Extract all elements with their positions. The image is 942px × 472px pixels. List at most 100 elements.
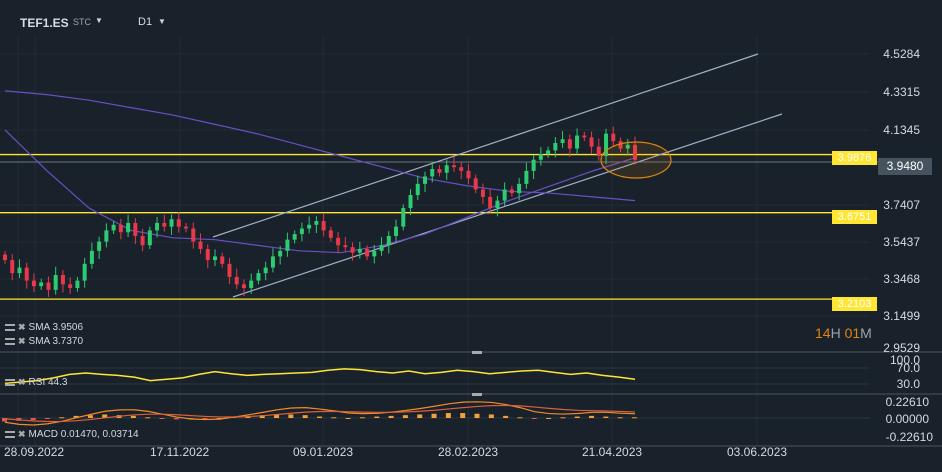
close-icon[interactable]: ✖ [18, 429, 26, 440]
candle [68, 284, 73, 289]
level-label[interactable]: 3.9876 [832, 151, 877, 165]
current-price-label: 3.9480 [878, 158, 932, 175]
close-icon[interactable]: ✖ [18, 377, 26, 388]
sma-legend[interactable]: ✖ SMA 3.9506 [5, 322, 83, 333]
macd-histogram-bar [130, 415, 136, 418]
macd-histogram-bar [617, 417, 623, 419]
macd-histogram-bar [445, 413, 451, 418]
macd-histogram-bar [517, 417, 523, 419]
macd-histogram-bar [317, 416, 322, 418]
price-tick: 4.3315 [883, 85, 920, 99]
candle [582, 135, 587, 138]
candle [24, 267, 29, 281]
macd-line [4, 401, 636, 426]
candle [401, 208, 406, 227]
candle [278, 250, 283, 257]
macd-tick: 0.00000 [885, 412, 929, 426]
candle [53, 275, 58, 290]
date-tick: 09.01.2023 [293, 445, 354, 459]
macd-histogram-bar [417, 414, 423, 418]
candle [480, 189, 485, 197]
candle [430, 169, 435, 177]
candle [60, 275, 65, 285]
highlight-ellipse [600, 141, 672, 179]
date-tick: 21.04.2023 [582, 445, 643, 459]
candle [256, 273, 261, 281]
macd-histogram-bar [589, 415, 595, 418]
candle-countdown: 14H 01M [815, 325, 872, 341]
candle [517, 183, 522, 194]
candle [241, 284, 246, 289]
candle [553, 142, 558, 151]
macd-histogram-bar [460, 413, 466, 418]
price-tick: 4.1345 [883, 123, 920, 137]
settings-icon[interactable] [5, 431, 15, 438]
candle [451, 165, 456, 168]
macd-histogram-bar [44, 418, 50, 419]
candle [220, 256, 225, 264]
candle [328, 230, 333, 238]
macd-histogram-bar [531, 418, 537, 419]
candle [488, 196, 493, 209]
macd-histogram-bar [359, 417, 365, 419]
candle [198, 241, 203, 249]
settings-icon[interactable] [5, 379, 15, 386]
candle [415, 183, 420, 196]
macd-histogram-bar [30, 418, 36, 421]
level-label[interactable]: 3.6751 [832, 210, 877, 224]
candle [97, 241, 102, 251]
price-chart[interactable] [0, 0, 942, 472]
date-tick: 28.02.2023 [438, 445, 499, 459]
candle [350, 247, 355, 253]
candle [531, 159, 536, 171]
candle [560, 139, 565, 143]
candle [126, 222, 131, 233]
candle [502, 189, 507, 201]
candle [104, 230, 109, 242]
candle [524, 170, 529, 184]
close-icon[interactable]: ✖ [18, 322, 26, 333]
candle [292, 234, 297, 240]
level-label[interactable]: 3.2103 [832, 297, 877, 311]
macd-histogram-bar [402, 415, 408, 418]
rsi-legend[interactable]: ✖ RSI 44.3 [5, 377, 67, 388]
candle [213, 256, 217, 261]
candle [3, 254, 7, 261]
candle [31, 280, 36, 287]
candle [343, 245, 348, 248]
rsi-tick: 30.0 [896, 377, 920, 391]
candle [234, 276, 239, 285]
candle [423, 176, 427, 184]
candle [46, 282, 51, 290]
panel-resize-handle [472, 351, 482, 354]
candle [82, 263, 87, 281]
candle [437, 169, 442, 173]
candle [162, 222, 167, 227]
candle [140, 235, 145, 246]
candle [263, 267, 268, 274]
macd-histogram-bar [59, 417, 65, 419]
candle [495, 200, 500, 209]
macd-histogram-bar [159, 418, 165, 419]
macd-histogram-bar [574, 416, 580, 418]
settings-icon[interactable] [5, 324, 15, 331]
candle [205, 248, 210, 261]
rsi-line [4, 368, 636, 385]
candle [596, 146, 601, 156]
candle [133, 222, 138, 236]
candle [336, 237, 341, 246]
macd-tick: 0.22610 [885, 395, 929, 409]
macd-histogram-bar [474, 413, 480, 418]
candle [379, 245, 384, 251]
close-icon[interactable]: ✖ [18, 336, 26, 347]
settings-icon[interactable] [5, 338, 15, 345]
macd-histogram-bar [488, 414, 494, 418]
candle [10, 260, 15, 274]
macd-legend[interactable]: ✖ MACD 0.01470, 0.03714 [5, 429, 139, 440]
macd-histogram-bar [288, 414, 294, 418]
candle [546, 150, 551, 155]
sma-legend[interactable]: ✖ SMA 3.7370 [5, 336, 83, 347]
candle [365, 248, 370, 257]
macd-histogram-bar [331, 417, 337, 419]
candle [307, 224, 312, 229]
